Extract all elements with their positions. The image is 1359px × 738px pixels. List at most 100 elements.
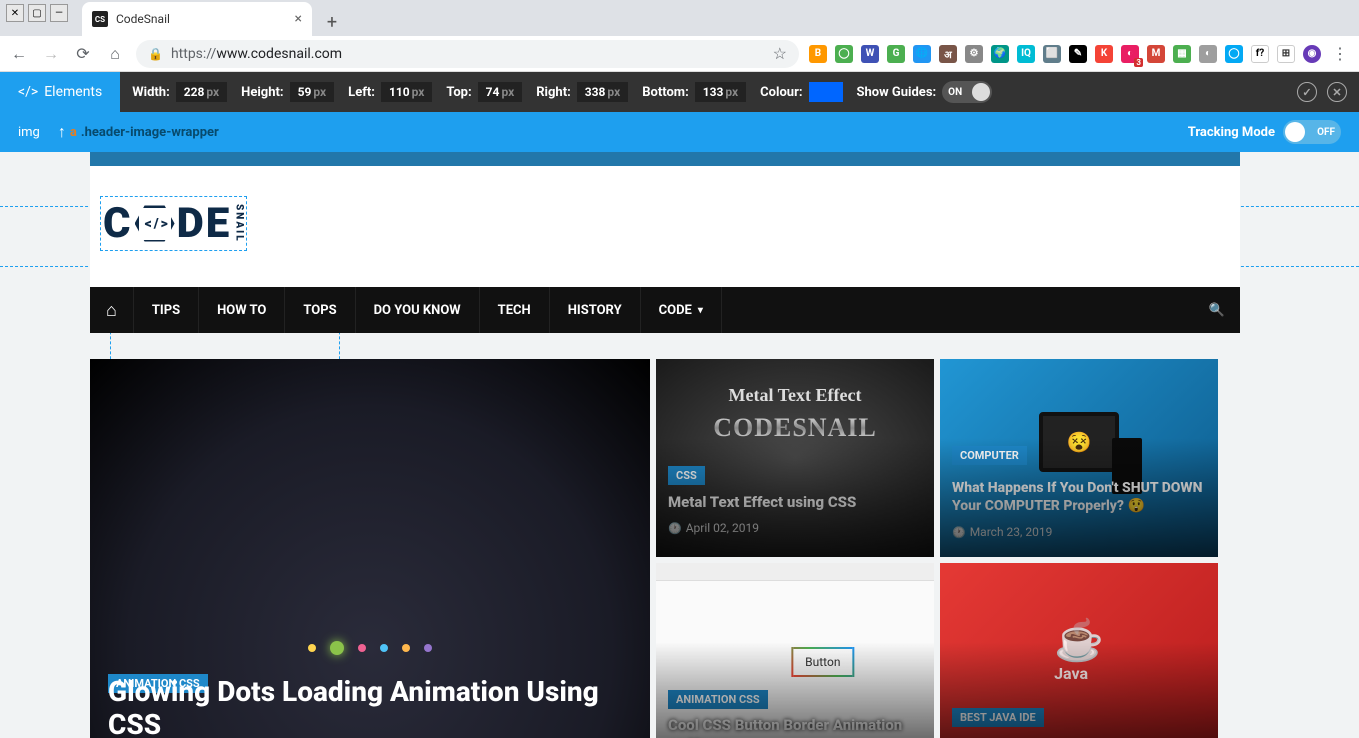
ext-icon[interactable]: G bbox=[887, 45, 905, 63]
nav-code[interactable]: CODE▾ bbox=[641, 287, 722, 333]
bookmark-star-icon[interactable]: ☆ bbox=[773, 44, 787, 63]
card-glowing-dots[interactable]: ANIMATION CSS Glowing Dots Loading Anima… bbox=[90, 359, 650, 738]
ext-icon[interactable]: IQ bbox=[1017, 45, 1035, 63]
lock-icon: 🔒 bbox=[148, 47, 163, 61]
card-java-ide[interactable]: ☕Java BEST JAVA IDE Top 5 Best Java IDE … bbox=[940, 563, 1218, 738]
left-input[interactable]: 110px bbox=[381, 82, 432, 102]
ext-icon[interactable]: ◐ bbox=[1199, 45, 1217, 63]
forward-button[interactable]: → bbox=[40, 43, 62, 65]
caret-down-icon: ▾ bbox=[698, 305, 703, 316]
ext-icon[interactable]: M bbox=[1147, 45, 1165, 63]
back-button[interactable]: ← bbox=[8, 43, 30, 65]
fake-browser-bar bbox=[656, 563, 934, 581]
nav-dyk[interactable]: DO YOU KNOW bbox=[356, 287, 480, 333]
logo-selected-overlay: CDESNAIL bbox=[100, 196, 247, 251]
nav-howto[interactable]: HOW TO bbox=[199, 287, 285, 333]
element-breadcrumb-bar: img ↑ a.header-image-wrapper Tracking Mo… bbox=[0, 112, 1359, 152]
browser-menu-icon[interactable]: ⋮ bbox=[1329, 43, 1351, 65]
right-field: Right: 338px bbox=[536, 82, 628, 102]
ext-icon[interactable]: ✎ bbox=[1069, 45, 1087, 63]
nav-history[interactable]: HISTORY bbox=[550, 287, 641, 333]
width-input[interactable]: 228px bbox=[176, 82, 227, 102]
ext-icon[interactable]: 🌐 bbox=[913, 45, 931, 63]
breadcrumb-parent[interactable]: ↑ a.header-image-wrapper bbox=[58, 122, 219, 142]
card-title: Cool CSS Button Border Animation on Hove… bbox=[668, 716, 922, 738]
breadcrumb-img[interactable]: img bbox=[18, 125, 40, 140]
reload-button[interactable]: ⟳ bbox=[72, 43, 94, 65]
card-title: Glowing Dots Loading Animation Using CSS bbox=[108, 675, 650, 738]
ext-icon[interactable]: ⊞ bbox=[1277, 45, 1295, 63]
tab-title: CodeSnail bbox=[116, 12, 170, 26]
inspector-bar: Width: 228px Height: 59px Left: 110px To… bbox=[120, 72, 1359, 112]
ext-icon[interactable]: ◐3 bbox=[1121, 45, 1139, 63]
ext-icon[interactable]: K bbox=[1095, 45, 1113, 63]
ext-icon[interactable]: f? bbox=[1251, 45, 1269, 63]
height-field: Height: 59px bbox=[241, 82, 334, 102]
address-bar: ← → ⟳ ⌂ 🔒 https://www.codesnail.com ☆ B … bbox=[0, 36, 1359, 72]
card-tag[interactable]: CSS bbox=[668, 466, 705, 485]
card-tag[interactable]: ANIMATION CSS bbox=[668, 690, 768, 709]
bottom-field: Bottom: 133px bbox=[642, 82, 746, 102]
win-btn-2[interactable]: ▢ bbox=[28, 4, 46, 22]
hexagon-icon bbox=[135, 204, 175, 244]
card-date: March 23, 2019 bbox=[952, 525, 1052, 539]
elements-tab[interactable]: </> Elements bbox=[0, 72, 120, 112]
nav-tips[interactable]: TIPS bbox=[134, 287, 199, 333]
check-button[interactable]: ✓ bbox=[1297, 82, 1317, 102]
card-tag[interactable]: BEST JAVA IDE bbox=[952, 708, 1044, 727]
search-icon: 🔍 bbox=[1209, 303, 1225, 318]
site-nav: ⌂ TIPS HOW TO TOPS DO YOU KNOW TECH HIST… bbox=[90, 287, 1240, 333]
top-field: Top: 74px bbox=[446, 82, 522, 102]
colour-swatch[interactable] bbox=[809, 82, 843, 102]
ext-icon[interactable]: 🌍 bbox=[991, 45, 1009, 63]
nav-tech[interactable]: TECH bbox=[480, 287, 550, 333]
nav-search-button[interactable]: 🔍 bbox=[1194, 287, 1240, 333]
show-guides-field: Show Guides: ON bbox=[857, 81, 993, 103]
glowing-dots-graphic bbox=[308, 641, 432, 655]
bottom-input[interactable]: 133px bbox=[695, 82, 746, 102]
left-field: Left: 110px bbox=[348, 82, 432, 102]
show-guides-toggle[interactable]: ON bbox=[942, 81, 992, 103]
win-btn-3[interactable]: — bbox=[50, 4, 68, 22]
monitor-graphic: 😵 bbox=[1039, 412, 1119, 472]
width-field: Width: 228px bbox=[132, 82, 227, 102]
ext-icon[interactable]: अ bbox=[939, 45, 957, 63]
site-logo[interactable]: CDESNAIL bbox=[103, 199, 244, 248]
tab-close-icon[interactable]: × bbox=[295, 11, 302, 27]
ext-icon[interactable]: ⬜ bbox=[1043, 45, 1061, 63]
ext-icon[interactable]: ▦ bbox=[1173, 45, 1191, 63]
site-header: CDESNAIL bbox=[90, 166, 1240, 287]
right-input[interactable]: 338px bbox=[577, 82, 628, 102]
featured-grid: ANIMATION CSS Glowing Dots Loading Anima… bbox=[90, 333, 1240, 738]
ext-icon[interactable]: W bbox=[861, 45, 879, 63]
nav-home[interactable]: ⌂ bbox=[90, 287, 134, 333]
browser-tab-strip: ✕ ▢ — CS CodeSnail × + bbox=[0, 0, 1359, 36]
metal-banner-2: CODESNAIL bbox=[656, 413, 934, 443]
ext-icon[interactable]: B bbox=[809, 45, 827, 63]
home-button[interactable]: ⌂ bbox=[104, 43, 126, 65]
url-text: https://www.codesnail.com bbox=[171, 46, 342, 62]
profile-avatar[interactable]: ◉ bbox=[1303, 45, 1321, 63]
top-input[interactable]: 74px bbox=[478, 82, 523, 102]
height-input[interactable]: 59px bbox=[290, 82, 335, 102]
site-top-bar bbox=[90, 152, 1240, 166]
tracking-mode: Tracking Mode OFF bbox=[1188, 120, 1341, 144]
card-metal-text[interactable]: Metal Text Effect CODESNAIL CSS Metal Te… bbox=[656, 359, 934, 557]
ext-icon[interactable]: ◯ bbox=[1225, 45, 1243, 63]
browser-tab[interactable]: CS CodeSnail × bbox=[82, 2, 312, 36]
new-tab-button[interactable]: + bbox=[318, 8, 346, 36]
card-button-border[interactable]: Button ANIMATION CSS Cool CSS Button Bor… bbox=[656, 563, 934, 738]
card-tag[interactable]: COMPUTER bbox=[952, 446, 1027, 465]
java-logo-graphic: ☕Java bbox=[1054, 617, 1104, 683]
card-computer-shutdown[interactable]: 😵 COMPUTER What Happens If You Don't SHU… bbox=[940, 359, 1218, 557]
ext-icon[interactable]: ⚙ bbox=[965, 45, 983, 63]
win-btn-1[interactable]: ✕ bbox=[6, 4, 24, 22]
tracking-toggle[interactable]: OFF bbox=[1283, 120, 1341, 144]
nav-tops[interactable]: TOPS bbox=[285, 287, 355, 333]
arrow-up-icon: ↑ bbox=[58, 122, 66, 142]
page-viewport: CDESNAIL ⌂ TIPS HOW TO TOPS DO YOU KNOW … bbox=[0, 152, 1359, 738]
ext-icon[interactable]: ◯ bbox=[835, 45, 853, 63]
close-inspector-button[interactable]: ✕ bbox=[1327, 82, 1347, 102]
url-input[interactable]: 🔒 https://www.codesnail.com ☆ bbox=[136, 40, 799, 68]
extension-icons: B ◯ W G 🌐 अ ⚙ 🌍 IQ ⬜ ✎ K ◐3 M ▦ ◐ ◯ f? ⊞… bbox=[809, 43, 1351, 65]
